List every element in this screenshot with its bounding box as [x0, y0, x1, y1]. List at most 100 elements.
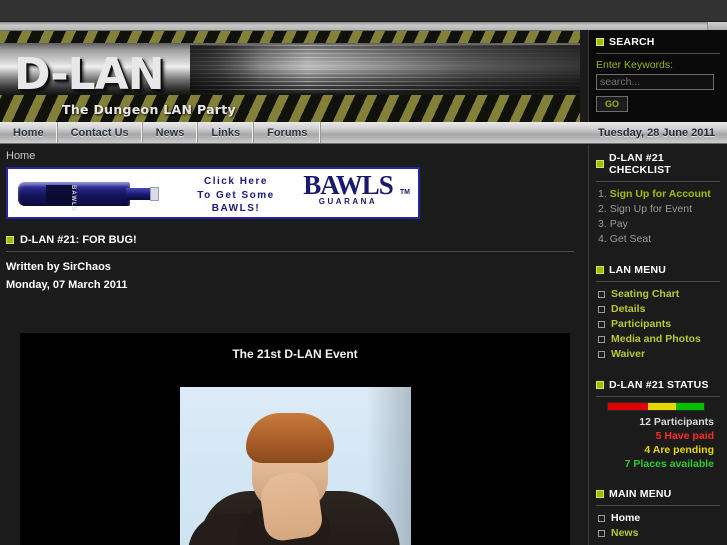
- bullet-box-icon: [598, 350, 605, 358]
- checklist-item-label: Sign Up for Account: [609, 188, 711, 200]
- date-display: Tuesday, 28 June 2011: [580, 122, 727, 144]
- search-field-label: Enter Keywords:: [596, 59, 674, 71]
- nav-filler: [321, 122, 580, 143]
- checklist-item-number: 1.: [598, 188, 607, 200]
- main-menu-items: Home News: [596, 511, 720, 541]
- nav-item-forums[interactable]: Forums: [254, 122, 322, 143]
- article-body: The 21st D-LAN Event: [20, 333, 570, 545]
- divider: [596, 396, 720, 397]
- lan-menu-item-label: Details: [611, 303, 646, 315]
- search-module: SEARCH Enter Keywords: GO: [588, 30, 727, 122]
- lan-menu-module: LAN MENU Seating Chart Details Participa…: [596, 264, 720, 362]
- site-logo: D-LAN: [14, 49, 165, 100]
- status-title-label: D-LAN #21 STATUS: [609, 379, 709, 391]
- lan-menu-item-details[interactable]: Details: [598, 302, 720, 317]
- checklist-item-number: 4.: [598, 233, 607, 245]
- bullet-box-icon: [598, 529, 605, 537]
- trademark-icon: TM: [399, 189, 410, 196]
- article-body-heading: The 21st D-LAN Event: [232, 347, 358, 361]
- checklist-module: D-LAN #21 CHECKLIST 1. Sign Up for Accou…: [596, 152, 720, 247]
- lan-menu-title-label: LAN MENU: [609, 264, 667, 276]
- checklist-item-label: Pay: [609, 218, 628, 230]
- lan-menu-items: Seating Chart Details Participants Media…: [596, 287, 720, 362]
- status-line-paid: 5 Have paid: [655, 430, 714, 442]
- ad-call-to-action: Click Here To Get Some BAWLS!: [176, 175, 296, 216]
- browser-toolbar-band: [0, 22, 727, 30]
- page-root: D-LAN The Dungeon LAN Party SEARCH Enter…: [0, 30, 727, 545]
- status-bar-paid-segment: [608, 403, 649, 410]
- main-navigation: Home Contact Us News Links Forums: [0, 122, 580, 144]
- bawls-ad-banner[interactable]: BAWLS Click Here To Get Some BAWLS! BAWL…: [6, 167, 420, 219]
- checklist-item-get-seat[interactable]: 4. Get Seat: [598, 232, 720, 247]
- lan-menu-item-waiver[interactable]: Waiver: [598, 347, 720, 362]
- nav-item-links[interactable]: Links: [198, 122, 255, 143]
- checklist-item-label: Get Seat: [609, 233, 652, 245]
- status-line-available: 7 Places available: [624, 458, 714, 470]
- bottle-label-text: BAWLS: [46, 185, 76, 212]
- checklist-item-number: 3.: [598, 218, 607, 230]
- main-menu-module-title: MAIN MENU: [596, 488, 720, 503]
- nav-item-home[interactable]: Home: [0, 122, 58, 143]
- site-header: D-LAN The Dungeon LAN Party: [0, 30, 580, 122]
- metal-streaks-graphic: [190, 45, 580, 93]
- search-go-button[interactable]: GO: [596, 96, 628, 112]
- checklist-title-label: D-LAN #21 CHECKLIST: [609, 152, 671, 176]
- checklist-module-title: D-LAN #21 CHECKLIST: [596, 152, 720, 179]
- search-title-label: SEARCH: [609, 36, 655, 48]
- lan-menu-item-seating-chart[interactable]: Seating Chart: [598, 287, 720, 302]
- bullet-box-icon: [598, 320, 605, 328]
- bawls-logo-wordmark: BAWLS: [303, 170, 394, 200]
- nav-item-news[interactable]: News: [143, 122, 199, 143]
- status-line-pending: 4 Are pending: [644, 444, 714, 456]
- article-header: D-LAN #21: FOR BUG!: [6, 234, 574, 252]
- divider: [596, 181, 720, 182]
- search-input[interactable]: [596, 74, 714, 90]
- main-menu-item-label: News: [611, 527, 639, 539]
- content-column: Home BAWLS Click Here To Get Some BAWLS!…: [0, 145, 580, 545]
- lan-menu-item-participants[interactable]: Participants: [598, 317, 720, 332]
- status-bar-available-segment: [676, 403, 704, 410]
- search-module-title: SEARCH: [596, 36, 720, 51]
- bullet-box-icon: [598, 335, 605, 343]
- ad-line-1: Click Here: [204, 176, 268, 187]
- bullet-box-icon: [598, 290, 605, 298]
- main-menu-item-news[interactable]: News: [598, 526, 720, 541]
- status-progress-bar: [607, 402, 705, 411]
- bawls-bottle-image: BAWLS: [18, 173, 163, 215]
- lan-menu-item-media-and-photos[interactable]: Media and Photos: [598, 332, 720, 347]
- right-sidebar: D-LAN #21 CHECKLIST 1. Sign Up for Accou…: [588, 145, 727, 545]
- divider: [596, 505, 720, 506]
- nav-item-contact-us[interactable]: Contact Us: [58, 122, 143, 143]
- lan-menu-item-label: Participants: [611, 318, 672, 330]
- bullet-square-icon: [596, 381, 604, 389]
- checklist-item-signup-event[interactable]: 2. Sign Up for Event: [598, 202, 720, 217]
- article-photo: [180, 387, 411, 545]
- article-date: Monday, 07 March 2011: [6, 279, 128, 291]
- article-author: Written by SirChaos: [6, 261, 111, 273]
- checklist-item-signup-account[interactable]: 1. Sign Up for Account: [598, 187, 720, 202]
- main-menu-module: MAIN MENU Home News: [596, 488, 720, 541]
- bullet-square-icon: [596, 266, 604, 274]
- browser-top-strip: [0, 0, 727, 22]
- checklist-items: 1. Sign Up for Account 2. Sign Up for Ev…: [596, 187, 720, 247]
- status-bar-pending-segment: [648, 403, 677, 410]
- checklist-item-label: Sign Up for Event: [609, 203, 692, 215]
- breadcrumb[interactable]: Home: [0, 145, 580, 167]
- status-module-title: D-LAN #21 STATUS: [596, 379, 720, 394]
- bullet-box-icon: [598, 305, 605, 313]
- article-title: D-LAN #21: FOR BUG!: [20, 234, 137, 246]
- bullet-square-icon: [596, 38, 604, 46]
- main-menu-item-home[interactable]: Home: [598, 511, 720, 526]
- bawls-logo: BAWLS TM GUARANA: [284, 170, 412, 207]
- article-title-row: D-LAN #21: FOR BUG!: [6, 234, 574, 251]
- lan-menu-module-title: LAN MENU: [596, 264, 720, 279]
- site-tagline: The Dungeon LAN Party: [62, 102, 236, 117]
- status-module: D-LAN #21 STATUS 12 Participants 5 Have …: [596, 379, 720, 471]
- ad-line-3: BAWLS!: [211, 203, 261, 214]
- checklist-item-number: 2.: [598, 203, 607, 215]
- status-line-participants: 12 Participants: [639, 416, 714, 428]
- bullet-square-icon: [596, 490, 604, 498]
- bullet-square-icon: [6, 236, 14, 244]
- checklist-item-pay[interactable]: 3. Pay: [598, 217, 720, 232]
- lan-menu-item-label: Waiver: [611, 348, 646, 360]
